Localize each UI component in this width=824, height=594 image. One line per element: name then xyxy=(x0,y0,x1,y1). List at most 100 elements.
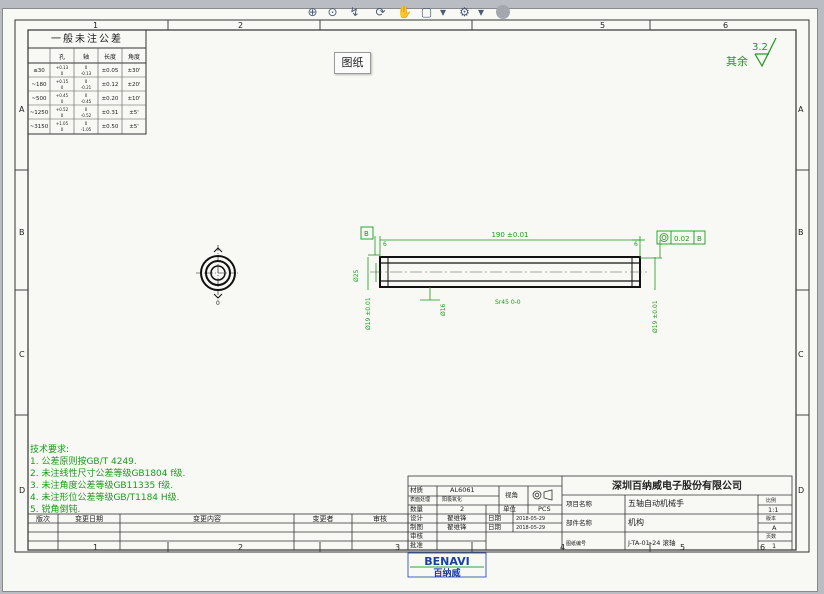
dropdown-icon[interactable]: ▾ xyxy=(438,4,448,20)
draw-name: 翟维锋 xyxy=(447,522,467,531)
tolerance-cell: +0.15 xyxy=(56,79,69,84)
tolerance-cell: 0 xyxy=(85,93,88,98)
unit-value: PCS xyxy=(538,505,551,513)
tolerance-cell: +1.05 xyxy=(56,121,69,126)
design-date: 2018-05-29 xyxy=(516,516,545,522)
notes-line: 4. 未注形位公差等级GB/T1184 H级. xyxy=(30,491,180,503)
tolerance-cell: ~3150 xyxy=(30,124,49,130)
section-mark: 0 xyxy=(216,300,220,307)
zoom-fit-icon[interactable]: ⊕ xyxy=(304,4,321,20)
revision-header: 变更日期 xyxy=(75,514,103,523)
length-dimension: 190 ±0.01 xyxy=(491,231,528,239)
zone-number: 5 xyxy=(600,21,605,30)
zone-number: 4 xyxy=(560,543,565,552)
part-value: 机构 xyxy=(628,517,644,527)
tolerance-cell: 0 xyxy=(61,127,64,132)
zone-letter: D xyxy=(798,486,804,495)
zone-number: 2 xyxy=(238,543,243,552)
finish-value: 阳极氧化 xyxy=(442,496,462,503)
center-note: Sr45 0-0 xyxy=(495,299,521,306)
display-style-icon[interactable]: ▢ xyxy=(418,4,435,20)
notes-line: 5. 锐角倒钝. xyxy=(30,503,80,515)
previous-view-icon[interactable]: ↯ xyxy=(346,4,363,20)
roughness-value: 3.2 xyxy=(752,42,768,53)
datum-label: B xyxy=(364,230,369,238)
zone-number: 1 xyxy=(93,21,98,30)
end-view xyxy=(196,245,240,300)
material-value: AL6061 xyxy=(450,486,475,494)
tolerance-cell: 0 xyxy=(61,85,64,90)
svg-text:百纳威: 百纳威 xyxy=(433,567,460,579)
view-setting-icon[interactable]: ⚙ xyxy=(456,4,473,20)
drawing-canvas: 1 2 5 6 1 2 3 4 5 6 A B C D A B C D 一般未注… xyxy=(14,19,810,579)
notes-line: 3. 未注角度公差等级GB11335 f级. xyxy=(30,479,173,491)
dim-vertical-left: Ø25 xyxy=(353,269,360,282)
draw-date-label: 日期 xyxy=(488,523,502,531)
zoom-area-icon[interactable]: ⊙ xyxy=(324,4,341,20)
tolerance-cell: -0.52 xyxy=(81,113,92,118)
roughness-label: 其余 xyxy=(726,54,748,68)
zone-letter: A xyxy=(798,105,804,114)
design-date-label: 日期 xyxy=(488,514,502,522)
tolerance-cell: ≤30 xyxy=(33,68,45,74)
draw-label: 制图 xyxy=(410,522,423,531)
finish-label: 表面处理 xyxy=(410,496,430,503)
drawing-no: J-TA-01-24 滚轴 xyxy=(627,538,676,547)
tolerance-cell: 0 xyxy=(61,71,64,76)
tolerance-cell: ±30' xyxy=(127,68,140,74)
graphics-viewport[interactable]: 1 2 5 6 1 2 3 4 5 6 A B C D A B C D 一般未注… xyxy=(0,0,824,594)
dim-small-right: 6 xyxy=(634,241,638,248)
projection-symbol-icon xyxy=(532,489,553,501)
tolerance-cell: ±5' xyxy=(129,110,139,116)
zone-number: 2 xyxy=(238,21,243,30)
tube-side-view xyxy=(360,226,706,301)
tolerance-cell: ±0.20 xyxy=(102,96,119,102)
tolerance-cell: 0 xyxy=(85,107,88,112)
revision-header: 变更内容 xyxy=(193,514,221,523)
design-name: 翟维锋 xyxy=(447,513,467,522)
part-label: 部件名称 xyxy=(566,518,593,527)
project-value: 五轴自动机械手 xyxy=(628,498,684,508)
zone-letter: C xyxy=(798,350,804,359)
tolerance-cell: ~180 xyxy=(31,82,47,88)
zone-letter: C xyxy=(19,350,25,359)
design-label: 设计 xyxy=(410,513,424,522)
tolerance-cell: ±20' xyxy=(127,82,140,88)
tolerance-cell: +0.52 xyxy=(56,107,69,112)
rotate-view-icon[interactable]: ⟳ xyxy=(372,4,389,20)
zone-letter: A xyxy=(19,105,25,114)
dropdown-icon[interactable]: ▾ xyxy=(476,4,486,20)
version-label: 版本 xyxy=(766,515,776,522)
tolerance-table: 一般未注公差 孔 轴 长度 角度 ≤30+0.1300-0.13 ±0.05 ±30… xyxy=(27,29,147,135)
tolerance-cell: -0.13 xyxy=(81,71,92,76)
dim-dia-right: Ø19 ±0.01 xyxy=(652,300,659,333)
tolerance-cell: ~1250 xyxy=(30,110,49,116)
tolerance-cell: -0.21 xyxy=(81,85,92,90)
tolerance-cell: 0 xyxy=(85,121,88,126)
zone-letter: D xyxy=(19,486,25,495)
tolerance-cell: 0 xyxy=(85,65,88,70)
tolerance-cell: ±0.12 xyxy=(102,82,119,88)
surface-roughness-symbol: 其余 3.2 xyxy=(726,37,777,68)
unit-label: 单位 xyxy=(503,504,517,513)
company-name: 深圳百纳威电子股份有限公司 xyxy=(612,479,742,492)
zone-letter: B xyxy=(798,228,804,237)
svg-text:BENAVI: BENAVI xyxy=(424,555,469,568)
appearance-sphere-icon[interactable] xyxy=(496,5,510,19)
dim-inner-dia: Ø16 xyxy=(440,303,447,316)
dim-dia-left: Ø19 ±0.01 xyxy=(365,297,372,330)
qty-value: 2 xyxy=(460,505,464,513)
dim-small-left: 6 xyxy=(383,241,387,248)
scale-value: 1:1 xyxy=(768,506,778,514)
tolerance-cell: -0.45 xyxy=(81,99,92,104)
version-value: A xyxy=(772,524,777,532)
tolerance-cell: 0 xyxy=(61,99,64,104)
zone-number: 6 xyxy=(760,543,765,552)
notes-line: 2. 未注线性尺寸公差等级GB1804 f级. xyxy=(30,467,185,479)
revision-header: 审核 xyxy=(373,514,387,523)
pan-icon[interactable]: ✋ xyxy=(396,4,413,20)
revision-header: 变更者 xyxy=(313,514,334,523)
sheet-label: 页数 xyxy=(766,533,776,540)
material-label: 材质 xyxy=(410,485,424,494)
tolerance-cell: ±5' xyxy=(129,124,139,130)
